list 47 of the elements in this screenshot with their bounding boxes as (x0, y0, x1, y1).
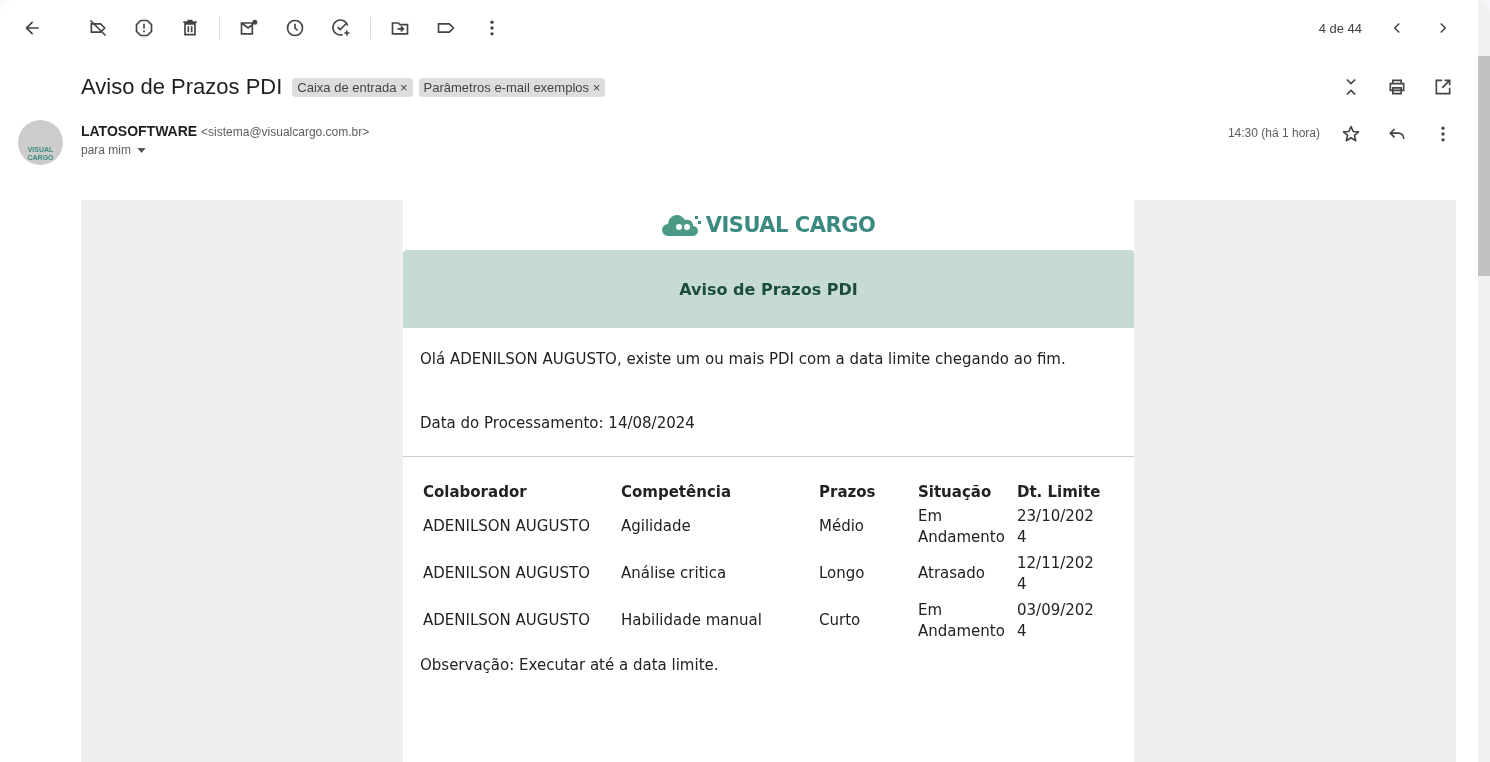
column-header: Competência (620, 482, 733, 503)
scrollbar-thumb[interactable] (1478, 56, 1490, 276)
table-cell-text: Em Andamento (917, 505, 1006, 548)
column-header: Situação (917, 482, 993, 503)
remove-label-button[interactable]: × (592, 79, 601, 95)
cloud-icon (661, 212, 702, 238)
table-cell-text: ADENILSON AUGUSTO (422, 610, 591, 631)
table-cell-text: 03/09/2024 (1016, 599, 1095, 642)
logo-text: VISUAL CARGO (705, 213, 876, 237)
sender-email: <sistema@visualcargo.com.br> (201, 125, 370, 139)
label-chip[interactable]: Caixa de entrada × (292, 77, 413, 97)
clock-icon[interactable] (285, 18, 305, 38)
table-cell-text: Atrasado (917, 563, 986, 584)
column-header: Prazos (818, 482, 877, 503)
column-header: Dt. Limite (1016, 482, 1102, 503)
table-cell-text: ADENILSON AUGUSTO (422, 563, 591, 584)
tag-off-icon[interactable] (88, 18, 108, 38)
trash-icon[interactable] (180, 18, 200, 38)
mail-dot-icon[interactable] (239, 18, 259, 38)
column-header: Colaborador (422, 482, 528, 503)
warning-octagon-icon[interactable] (134, 18, 154, 38)
remove-label-button[interactable]: × (400, 79, 408, 95)
received-time: 14:30 (há 1 hora) (1227, 126, 1320, 140)
dropdown-caret-icon[interactable] (137, 147, 146, 153)
printer-icon[interactable] (1387, 77, 1407, 97)
table-cell-text: Curto (818, 610, 862, 631)
observation-text: Observação: Executar até a data limite. (419, 655, 720, 676)
recipient-text[interactable]: para mim (81, 143, 131, 157)
table-cell-text: Habilidade manual (620, 610, 763, 631)
table-cell-text: Longo (818, 563, 866, 584)
sender-name: LATOSOFTWARE (81, 123, 198, 139)
external-link-icon[interactable] (1433, 77, 1453, 97)
page-counter: 4 de 44 (1318, 20, 1362, 36)
check-plus-icon[interactable] (331, 18, 351, 38)
table-cell-text: ADENILSON AUGUSTO (422, 516, 591, 537)
table-cell-text: 12/11/2024 (1016, 552, 1095, 595)
processing-date: Data do Processamento: 14/08/2024 (419, 413, 696, 432)
table-cell-text: Agilidade (620, 516, 692, 537)
table-cell-text: Análise critica (620, 563, 728, 584)
star-icon[interactable] (1341, 124, 1361, 144)
table-cell-text: 23/10/2024 (1016, 505, 1095, 548)
greeting-text: Olá ADENILSON AUGUSTO, existe um ou mais PDI com a data limite chegando ao fim. (419, 349, 1067, 368)
table-cell-text: Médio (818, 516, 866, 537)
email-heading: Aviso de Prazos PDI (403, 250, 1134, 328)
email-subject: Aviso de Prazos PDI (81, 74, 283, 100)
label-chip[interactable]: Parâmetros e-mail exemplos × (418, 77, 606, 97)
table-cell-text: Em Andamento (917, 599, 1006, 642)
